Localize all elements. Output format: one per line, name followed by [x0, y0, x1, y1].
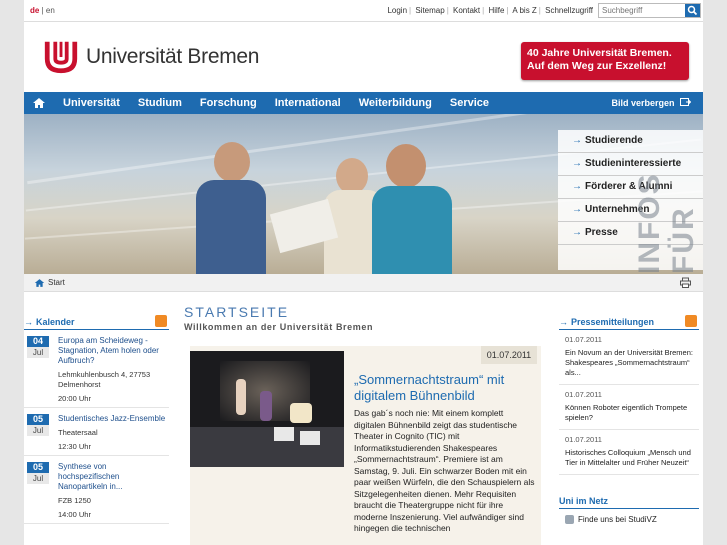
calendar-event[interactable]: 04 Jul Europa am Scheideweg - Stagnation… [24, 330, 169, 408]
press-date: 01.07.2011 [565, 390, 602, 399]
top-bar: de | en Login | Sitemap | Kontakt | Hilfe | … [24, 0, 703, 22]
hero-person-2 [336, 158, 368, 194]
schnellzugriff-link[interactable]: Schnellzugriff [545, 6, 593, 15]
nav-weiterbildung[interactable]: Weiterbildung [350, 92, 441, 114]
nav-international[interactable]: International [266, 92, 350, 114]
sitemap-link[interactable]: Sitemap [415, 6, 444, 15]
calendar-event[interactable]: 05 Jul Synthese von hochspezifischen Nan… [24, 456, 169, 524]
lang-de-link[interactable]: de [30, 6, 39, 15]
hero-person-1 [214, 142, 250, 182]
breadcrumb-start-link[interactable]: Start [48, 278, 65, 287]
search-button[interactable] [685, 4, 700, 17]
press-date: 01.07.2011 [565, 335, 602, 344]
search-box [598, 3, 701, 18]
hide-image-label: Bild verbergen [611, 98, 675, 108]
calendar-heading[interactable]: → Kalender [24, 314, 169, 330]
home-icon [33, 98, 45, 108]
banner-line-1: 40 Jahre Universität Bremen. [527, 47, 672, 59]
studivz-link[interactable]: Finde uns bei StudiVZ [559, 515, 699, 524]
breadcrumb: Start [24, 274, 703, 292]
lang-separator: | [41, 6, 44, 15]
event-title[interactable]: Studentisches Jazz-Ensemble [58, 414, 169, 424]
event-location: FZB 1250 [58, 496, 91, 505]
nav-forschung[interactable]: Forschung [191, 92, 266, 114]
search-icon [687, 5, 698, 16]
nav-service[interactable]: Service [441, 92, 498, 114]
press-heading[interactable]: → Pressemitteilungen [559, 314, 699, 330]
university-name: Universität Bremen [86, 45, 260, 68]
hero-image: → Studierende → Studieninteressierte → Förd… [24, 114, 703, 274]
event-time: 12:30 Uhr [58, 442, 91, 451]
page-title: STARTSEITE [184, 304, 290, 320]
main-content: STARTSEITE Willkommen an der Universität… [184, 304, 541, 545]
a-bis-z-link[interactable]: A bis Z [512, 6, 536, 15]
press-date: 01.07.2011 [565, 435, 602, 444]
breadcrumb-home-icon [34, 279, 45, 287]
nav-universitaet[interactable]: Universität [54, 92, 129, 114]
event-location: Theatersaal [58, 428, 98, 437]
press-item[interactable]: 01.07.2011 Historisches Colloquium „Mens… [559, 430, 699, 475]
hero-person-3-body [372, 186, 452, 274]
banner-line-2: Auf dem Weg zur Exzellenz! [527, 60, 667, 72]
press-text[interactable]: Historisches Colloquium „Mensch und Tier… [565, 448, 699, 468]
event-title[interactable]: Europa am Scheideweg - Stagnation, Atem … [58, 336, 169, 366]
news-image[interactable] [190, 351, 344, 467]
language-switch: de | en [30, 6, 55, 15]
hide-image-icon [680, 98, 692, 106]
nav-studium[interactable]: Studium [129, 92, 191, 114]
press-item[interactable]: 01.07.2011 Ein Novum an der Universität … [559, 330, 699, 385]
calendar-column: → Kalender 04 Jul Europa am Scheideweg - … [24, 314, 169, 524]
main-nav: Universität Studium Forschung Internatio… [24, 92, 703, 114]
event-location: Lehmkuhlenbusch 4, 27753 Delmenhorst [58, 370, 151, 389]
studivz-icon [565, 515, 574, 524]
nav-home-button[interactable] [24, 92, 54, 114]
news-date: 01.07.2011 [481, 346, 537, 364]
news-title-link[interactable]: „Sommernachtstraum“ mit digitalem Bühnen… [354, 372, 534, 404]
hero-person-3 [386, 144, 426, 188]
anniversary-banner[interactable]: 40 Jahre Universität Bremen. Auf dem Weg… [521, 42, 689, 80]
news-teaser: 01.07.2011 „Sommernachtstraum“ mit digit… [190, 346, 541, 545]
page-subtitle: Willkommen an der Universität Bremen [184, 322, 374, 332]
search-input[interactable] [599, 4, 683, 17]
news-body: Das gab´s noch nie: Mit einem komplett d… [354, 408, 535, 533]
infos-fuer-label: INFOS FÜR [633, 172, 700, 274]
event-date: 05 Jul [27, 414, 49, 436]
hero-person-1-body [196, 180, 266, 274]
page: de | en Login | Sitemap | Kontakt | Hilfe | … [24, 0, 703, 545]
university-logo-icon [44, 41, 78, 74]
lang-en-link[interactable]: en [46, 6, 55, 15]
event-time: 20:00 Uhr [58, 394, 91, 403]
social-section: Uni im Netz Finde uns bei StudiVZ [559, 493, 699, 524]
event-date: 04 Jul [27, 336, 49, 358]
hide-image-button[interactable]: Bild verbergen [611, 92, 692, 114]
press-rss-icon[interactable] [685, 315, 697, 327]
press-text[interactable]: Ein Novum an der Universität Bremen: Sha… [565, 348, 699, 378]
press-column: → Pressemitteilungen 01.07.2011 Ein Novum… [559, 314, 699, 524]
event-time: 14:00 Uhr [58, 510, 91, 519]
event-title[interactable]: Synthese von hochspezifischen Nanopartik… [58, 462, 169, 492]
social-heading: Uni im Netz [559, 493, 699, 509]
university-logo[interactable]: Universität Bremen [42, 38, 259, 76]
login-link[interactable]: Login [387, 6, 407, 15]
calendar-rss-icon[interactable] [155, 315, 167, 327]
event-date: 05 Jul [27, 462, 49, 484]
calendar-event[interactable]: 05 Jul Studentisches Jazz-Ensemble Theat… [24, 408, 169, 456]
utility-nav: Login | Sitemap | Kontakt | Hilfe | A bis Z |… [387, 6, 593, 15]
print-icon[interactable] [680, 277, 691, 288]
press-text[interactable]: Können Roboter eigentlich Trompete spiel… [565, 403, 699, 423]
press-item[interactable]: 01.07.2011 Können Roboter eigentlich Tro… [559, 385, 699, 430]
hilfe-link[interactable]: Hilfe [488, 6, 504, 15]
kontakt-link[interactable]: Kontakt [453, 6, 480, 15]
